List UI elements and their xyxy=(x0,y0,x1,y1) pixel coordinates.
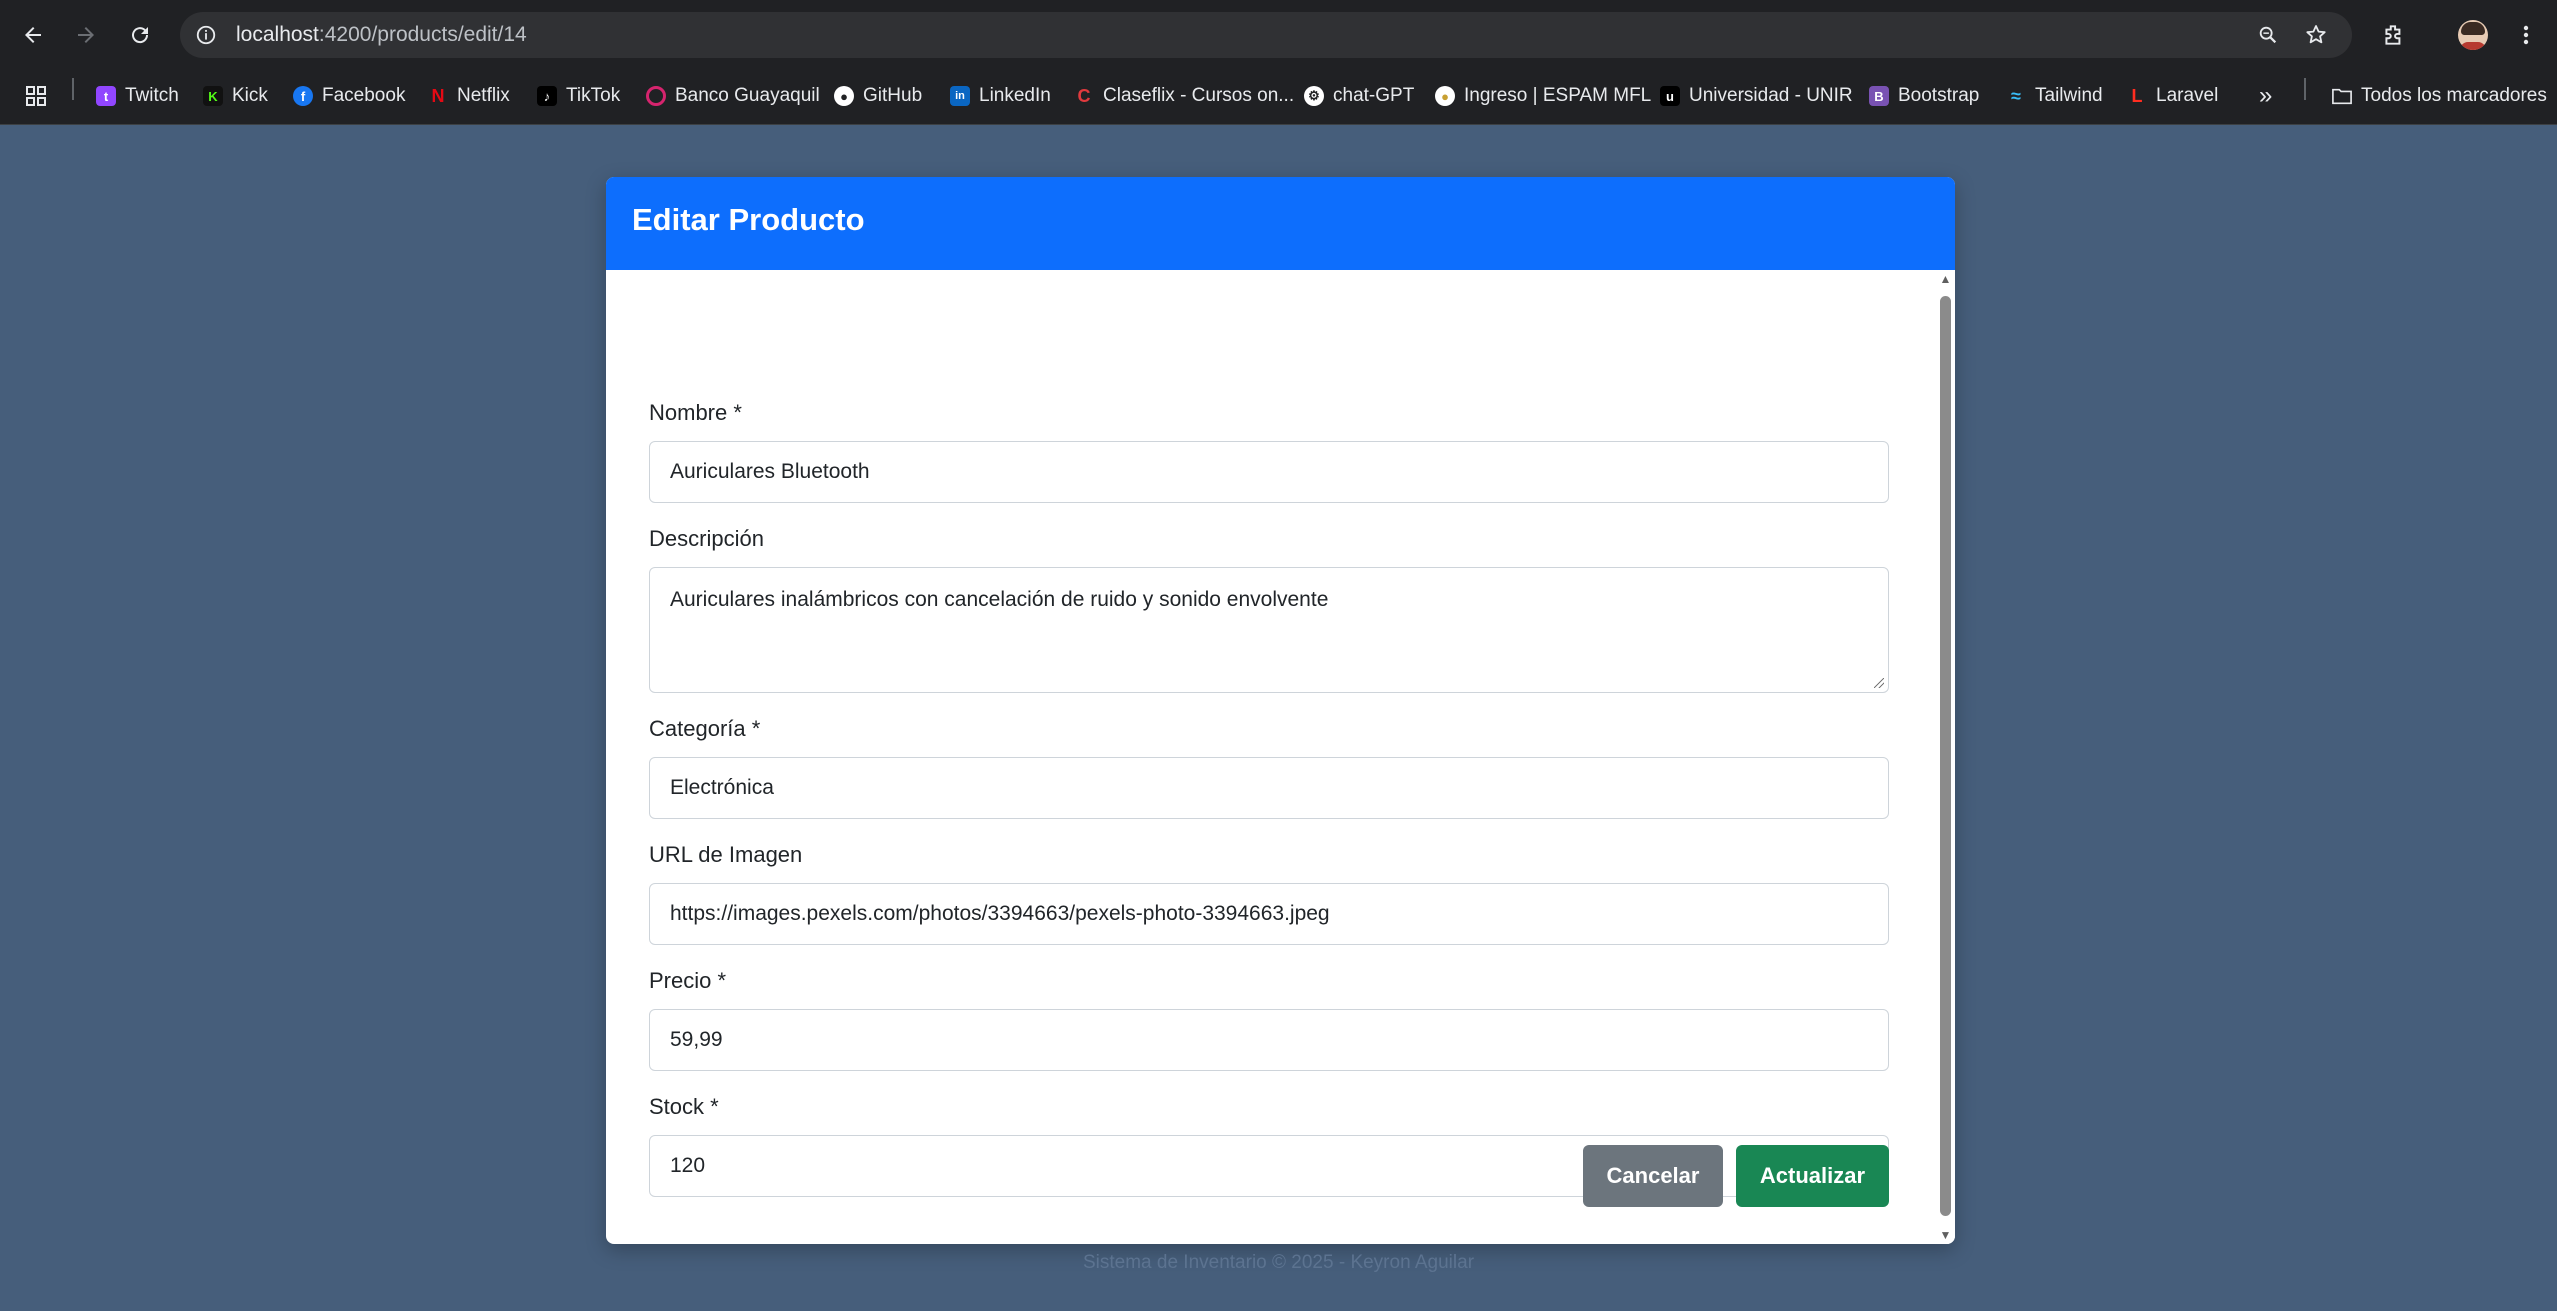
bookmarks-divider xyxy=(72,78,74,100)
twitch-icon: t xyxy=(96,86,116,106)
bookmark-kick[interactable]: K Kick xyxy=(203,79,268,113)
imagen-url-input[interactable]: https://images.pexels.com/photos/3394663… xyxy=(649,883,1889,945)
bookmark-unir[interactable]: u Universidad - UNIR xyxy=(1660,79,1853,113)
bookmark-netflix[interactable]: N Netflix xyxy=(428,79,510,113)
espam-icon: ● xyxy=(1435,86,1455,106)
bookmarks-divider xyxy=(2304,78,2306,100)
url-host: localhost xyxy=(236,23,319,46)
bookmark-tiktok[interactable]: ♪ TikTok xyxy=(537,79,620,113)
facebook-icon: f xyxy=(293,86,313,106)
bookmark-star-icon[interactable] xyxy=(2304,23,2328,47)
back-icon[interactable] xyxy=(17,19,49,51)
tiktok-icon: ♪ xyxy=(537,86,557,106)
reload-icon[interactable] xyxy=(124,19,156,51)
resize-handle[interactable] xyxy=(1874,678,1884,688)
descripcion-value: Auriculares inalámbricos con cancelación… xyxy=(670,588,1329,611)
bookmarks-bar: t Twitch K Kick f Facebook N Netflix ♪ TikTok… xyxy=(0,70,2557,125)
descripcion-textarea[interactable]: Auriculares inalámbricos con cancelación… xyxy=(649,567,1889,693)
url-path: :4200/products/edit/14 xyxy=(318,23,527,46)
modal-scrollbar[interactable]: ▲ ▼ xyxy=(1936,270,1955,1244)
laravel-icon: L xyxy=(2131,85,2143,106)
linkedin-icon: in xyxy=(950,86,970,106)
bookmark-facebook[interactable]: f Facebook xyxy=(293,79,405,113)
bootstrap-icon: B xyxy=(1869,86,1889,106)
scroll-up-icon[interactable]: ▲ xyxy=(1938,272,1953,286)
bookmark-twitch[interactable]: t Twitch xyxy=(96,79,179,113)
page-footer: Sistema de Inventario © 2025 - Keyron Ag… xyxy=(1082,1252,1475,1273)
kick-icon: K xyxy=(203,86,223,106)
banco-guayaquil-icon xyxy=(646,86,666,106)
bookmark-claseflix[interactable]: C Claseflix - Cursos on... xyxy=(1074,79,1295,113)
site-info-icon[interactable] xyxy=(194,23,218,47)
scroll-down-icon[interactable]: ▼ xyxy=(1938,1228,1953,1242)
forward-icon[interactable] xyxy=(70,19,102,51)
bookmark-bootstrap[interactable]: B Bootstrap xyxy=(1869,79,1979,113)
profile-avatar[interactable] xyxy=(2458,20,2488,50)
tailwind-icon: ≈ xyxy=(2011,85,2021,106)
all-bookmarks-folder[interactable]: Todos los marcadores xyxy=(2332,79,2547,113)
address-bar[interactable]: localhost:4200/products/edit/14 xyxy=(180,12,2352,58)
scrollbar-thumb[interactable] xyxy=(1940,296,1951,1216)
bookmark-banco-guayaquil[interactable]: Banco Guayaquil xyxy=(646,79,820,113)
github-icon: ● xyxy=(834,86,854,106)
descripcion-label: Descripción xyxy=(649,526,764,551)
precio-label: Precio * xyxy=(649,968,727,993)
nombre-label: Nombre * xyxy=(649,400,742,425)
modal-header: Editar Producto xyxy=(606,177,1955,270)
netflix-icon: N xyxy=(431,85,445,106)
bookmark-chatgpt[interactable]: ⚙ chat-GPT xyxy=(1304,79,1414,113)
unir-icon: u xyxy=(1660,86,1680,106)
extensions-icon[interactable] xyxy=(2380,21,2408,49)
url-text: localhost:4200/products/edit/14 xyxy=(236,23,527,47)
nombre-input[interactable]: Auriculares Bluetooth xyxy=(649,441,1889,503)
menu-kebab-icon[interactable] xyxy=(2512,21,2540,49)
bookmark-laravel[interactable]: L Laravel xyxy=(2127,79,2219,113)
modal-title: Editar Producto xyxy=(632,202,865,237)
cancel-button[interactable]: Cancelar xyxy=(1583,1145,1723,1207)
more-bookmarks-icon[interactable]: » xyxy=(2259,79,2272,113)
bookmark-tailwind[interactable]: ≈ Tailwind xyxy=(2006,79,2103,113)
edit-product-modal: Editar Producto Nombre * Auriculares Blu… xyxy=(606,177,1955,1244)
claseflix-icon: C xyxy=(1077,85,1091,106)
zoom-icon[interactable] xyxy=(2256,23,2280,47)
chatgpt-icon: ⚙ xyxy=(1304,86,1324,106)
bookmark-linkedin[interactable]: in LinkedIn xyxy=(950,79,1051,113)
update-button[interactable]: Actualizar xyxy=(1736,1145,1889,1207)
bookmark-espam[interactable]: ● Ingreso | ESPAM MFL xyxy=(1435,79,1651,113)
browser-toolbar: localhost:4200/products/edit/14 xyxy=(0,0,2557,70)
product-form: Nombre * Auriculares Bluetooth Descripci… xyxy=(606,270,1936,1244)
precio-input[interactable]: 59,99 xyxy=(649,1009,1889,1071)
imagen-url-label: URL de Imagen xyxy=(649,842,803,867)
apps-grid-icon[interactable] xyxy=(24,79,48,113)
categoria-label: Categoría * xyxy=(649,716,761,741)
folder-icon xyxy=(2332,86,2352,106)
bookmark-github[interactable]: ● GitHub xyxy=(834,79,922,113)
categoria-input[interactable]: Electrónica xyxy=(649,757,1889,819)
stock-label: Stock * xyxy=(649,1094,719,1119)
